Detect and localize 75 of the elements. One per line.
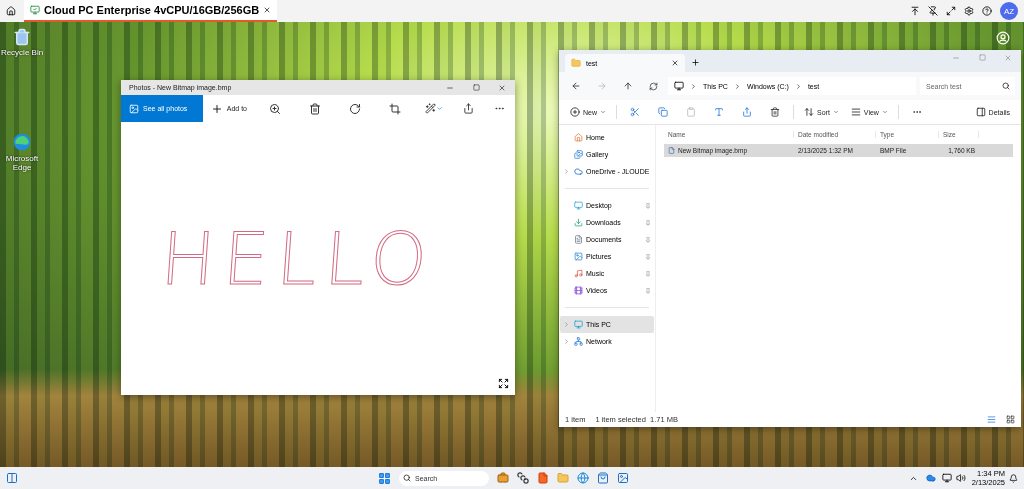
cut-icon[interactable] xyxy=(630,107,640,117)
search-icon xyxy=(403,474,411,482)
back-icon[interactable] xyxy=(571,81,581,91)
search-icon xyxy=(1002,82,1010,90)
caret-icon xyxy=(881,109,888,115)
monitor-icon[interactable] xyxy=(941,473,952,483)
monitor-icon xyxy=(30,5,40,15)
office-icon[interactable] xyxy=(537,472,549,484)
notification-icon[interactable] xyxy=(1009,473,1018,483)
settings-icon[interactable] xyxy=(964,6,974,16)
details-view-icon[interactable] xyxy=(987,415,996,424)
chevron-icon xyxy=(794,82,802,90)
zoom-in-icon[interactable] xyxy=(269,102,281,115)
chevron-icon xyxy=(690,82,697,90)
nav-icon xyxy=(574,133,583,142)
browser-icon[interactable] xyxy=(577,472,589,484)
crop-icon[interactable] xyxy=(389,102,401,115)
browser-icon[interactable] xyxy=(12,132,32,152)
delete-icon[interactable] xyxy=(309,102,321,115)
delete-icon[interactable] xyxy=(770,107,780,117)
share-icon[interactable] xyxy=(463,103,474,114)
store-icon[interactable] xyxy=(597,472,609,484)
nav-icon xyxy=(574,269,583,278)
plus-icon xyxy=(570,107,580,117)
rename-icon[interactable] xyxy=(714,107,724,117)
close-icon[interactable] xyxy=(263,6,272,14)
upload-icon[interactable] xyxy=(910,6,920,16)
refresh-icon[interactable] xyxy=(649,81,658,91)
maximize-icon[interactable] xyxy=(472,84,480,91)
briefcase-icon[interactable] xyxy=(497,472,509,484)
start-icon[interactable] xyxy=(378,471,391,485)
caret-icon xyxy=(832,109,839,115)
nav-icon xyxy=(574,337,583,346)
sort-icon xyxy=(804,107,814,117)
close-icon[interactable] xyxy=(671,59,679,67)
plus-icon xyxy=(210,102,223,115)
nav-icon xyxy=(574,286,583,295)
new-tab-icon[interactable] xyxy=(691,58,700,67)
caret-icon xyxy=(600,109,606,115)
photos-icon[interactable] xyxy=(617,472,629,484)
nav-icon xyxy=(574,201,583,210)
widgets-icon[interactable] xyxy=(6,472,18,484)
account-icon[interactable] xyxy=(996,31,1010,45)
photo-icon xyxy=(129,103,139,114)
nav-icon xyxy=(574,218,583,227)
unpin-icon[interactable] xyxy=(928,6,938,16)
expand-icon[interactable] xyxy=(498,378,509,389)
desktop-icon-label: Recycle Bin xyxy=(0,48,44,57)
folder-icon xyxy=(571,58,581,68)
session-tab[interactable]: Cloud PC Enterprise 4vCPU/16GB/256GB xyxy=(24,0,278,22)
user-avatar[interactable]: AZ xyxy=(1000,2,1018,20)
nav-icon xyxy=(574,235,583,244)
volume-icon[interactable] xyxy=(955,473,966,483)
nav-icon xyxy=(574,167,583,176)
up-icon[interactable] xyxy=(623,81,633,91)
list-icon xyxy=(850,107,861,117)
help-icon[interactable] xyxy=(982,6,992,16)
chevron-icon xyxy=(733,82,741,90)
rotate-icon[interactable] xyxy=(349,102,361,115)
nav-icon xyxy=(574,252,583,261)
panel-icon xyxy=(975,107,986,117)
file-icon xyxy=(668,147,675,154)
copy-icon[interactable] xyxy=(658,107,668,117)
handwritten-text: HELLO xyxy=(158,216,438,301)
recycle-bin-icon[interactable] xyxy=(13,28,31,46)
cloud-icon[interactable] xyxy=(925,473,936,483)
desktop-icon-label: Microsoft Edge xyxy=(4,154,40,172)
edit-icon[interactable] xyxy=(425,103,436,114)
nav-icon xyxy=(574,150,583,159)
monitor-icon xyxy=(674,81,684,91)
tiles-view-icon[interactable] xyxy=(1006,415,1015,424)
close-icon[interactable] xyxy=(498,83,506,92)
nav-icon xyxy=(574,320,583,329)
fullscreen-icon[interactable] xyxy=(946,6,956,16)
home-icon[interactable] xyxy=(6,6,16,16)
